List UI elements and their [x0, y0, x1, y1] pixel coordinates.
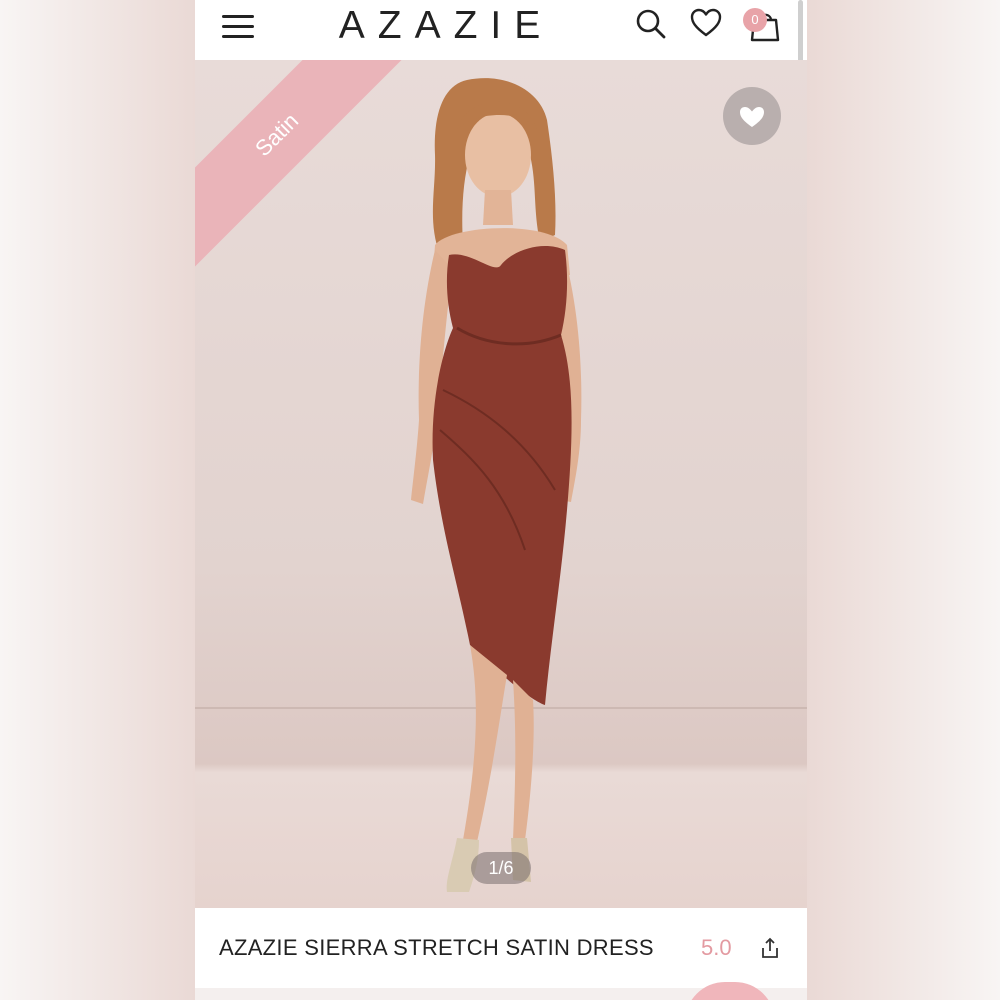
favorite-button[interactable] — [723, 87, 781, 145]
heart-icon — [740, 107, 764, 127]
phone-screen: AZAZIE 0 Satin 1/6 AZAZIE SIERRA STRETCH… — [195, 0, 807, 1000]
top-header: AZAZIE 0 — [195, 0, 807, 122]
image-counter: 1/6 — [471, 852, 531, 884]
brand-logo[interactable]: AZAZIE — [195, 4, 697, 48]
share-icon[interactable] — [759, 936, 781, 960]
search-icon[interactable] — [633, 6, 667, 40]
background-right — [807, 0, 1000, 1000]
product-image[interactable]: Satin 1/6 — [195, 60, 807, 908]
product-info: AZAZIE SIERRA STRETCH SATIN DRESS 5.0 — [195, 908, 807, 988]
product-title: AZAZIE SIERRA STRETCH SATIN DRESS — [219, 935, 654, 960]
model-in-dress-illustration — [195, 78, 807, 892]
wishlist-heart-icon[interactable] — [689, 6, 723, 40]
product-rating[interactable]: 5.0 — [701, 935, 732, 961]
background-left — [0, 0, 195, 1000]
cart-count-badge: 0 — [743, 8, 767, 32]
